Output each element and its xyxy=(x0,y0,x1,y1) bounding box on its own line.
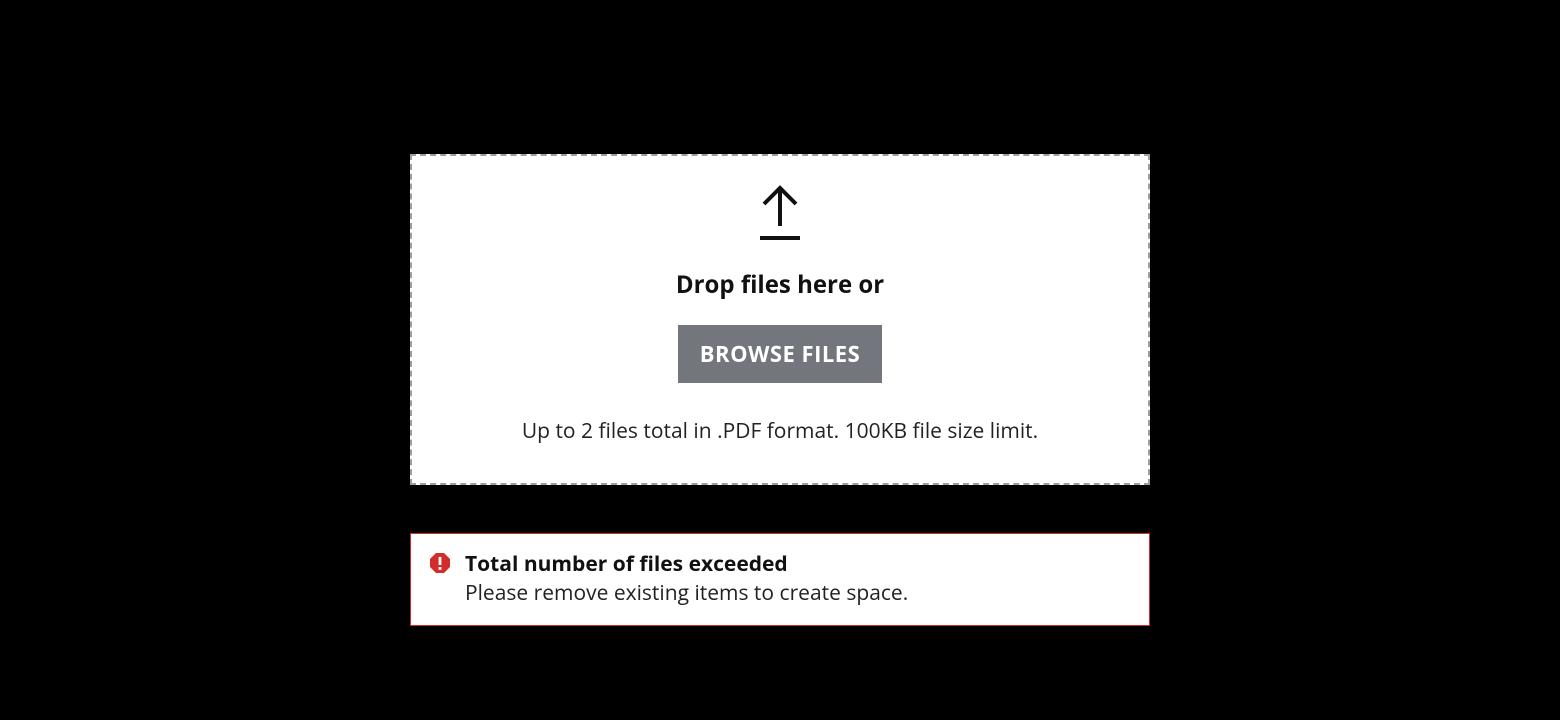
dropzone-hint: Up to 2 files total in .PDF format. 100K… xyxy=(522,417,1038,445)
alert-message: Please remove existing items to create s… xyxy=(465,579,908,607)
alert-title: Total number of files exceeded xyxy=(465,550,908,578)
file-dropzone[interactable]: Drop files here or Browse Files Up to 2 … xyxy=(410,154,1150,485)
browse-files-button[interactable]: Browse Files xyxy=(678,325,882,383)
dropzone-title: Drop files here or xyxy=(676,268,884,301)
alert-body: Total number of files exceeded Please re… xyxy=(465,550,908,607)
error-alert: Total number of files exceeded Please re… xyxy=(410,533,1150,626)
error-icon xyxy=(429,552,451,579)
upload-icon xyxy=(756,184,804,242)
